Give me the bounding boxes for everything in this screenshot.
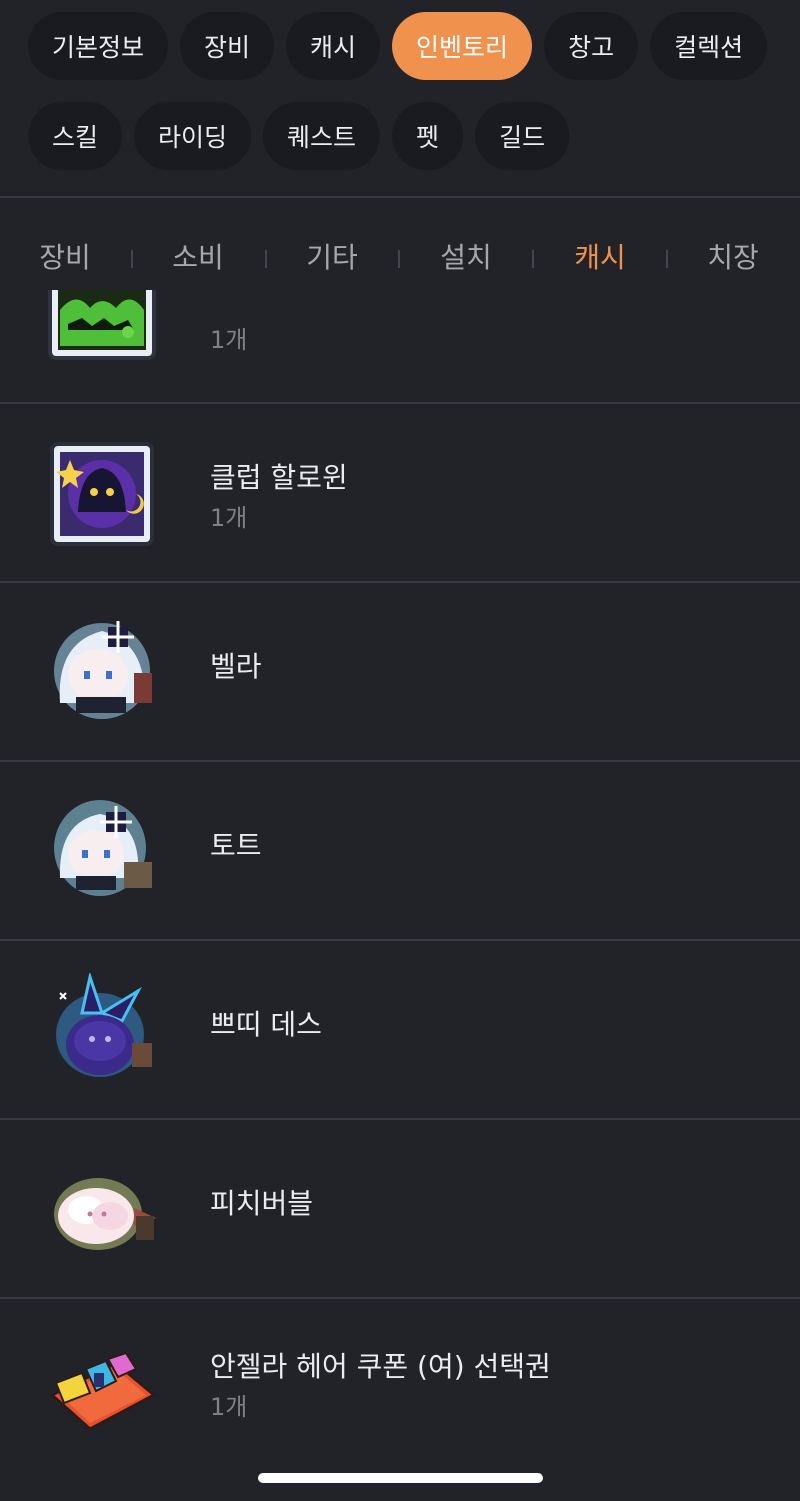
subtab-cash[interactable]: 캐시 <box>574 236 626 276</box>
item-count: 1개 <box>210 1393 248 1421</box>
nav-skill[interactable]: 스킬 <box>28 102 123 170</box>
item-name: 클럽 할로윈 <box>210 461 348 494</box>
nav-equipment[interactable]: 장비 <box>180 12 275 80</box>
halloween-ghost-box-icon <box>46 438 158 550</box>
nav-cash[interactable]: 캐시 <box>286 12 381 80</box>
nav-storage[interactable]: 창고 <box>544 12 639 80</box>
item-count: 1개 <box>210 326 248 354</box>
bella-pet-icon <box>46 613 158 725</box>
inventory-page: 기본정보 장비 캐시 인벤토리 창고 컬렉션 스킬 라이딩 퀘스트 펫 길드 장… <box>0 0 800 1501</box>
subtab-separator <box>666 250 668 268</box>
main-nav-row-2: 스킬 라이딩 퀘스트 펫 길드 <box>28 102 570 170</box>
subtab-etc[interactable]: 기타 <box>306 236 358 276</box>
hair-coupon-icon <box>46 1333 158 1445</box>
subtab-equipment[interactable]: 장비 <box>39 236 91 276</box>
subtab-separator <box>398 250 400 268</box>
list-item[interactable]: 안젤라 헤어 쿠폰 (여) 선택권 1개 <box>0 1299 800 1479</box>
peach-bubble-pet-icon <box>46 1154 158 1266</box>
main-nav: 기본정보 장비 캐시 인벤토리 창고 컬렉션 스킬 라이딩 퀘스트 펫 길드 <box>0 0 800 198</box>
list-item[interactable]: 피치버블 <box>0 1120 800 1297</box>
subtab-separator <box>131 250 133 268</box>
nav-riding[interactable]: 라이딩 <box>134 102 252 170</box>
subtab-consume[interactable]: 소비 <box>172 236 224 276</box>
green-bat-cube-icon <box>46 290 158 362</box>
list-item[interactable]: 클럽 할로윈 1개 <box>0 404 800 581</box>
subtab-separator <box>265 250 267 268</box>
list-item[interactable]: 쁘띠 데스 <box>0 941 800 1118</box>
subtab-separator <box>532 250 534 268</box>
item-name: 피치버블 <box>210 1187 314 1220</box>
main-nav-row-1: 기본정보 장비 캐시 인벤토리 창고 컬렉션 <box>28 12 768 80</box>
nav-inventory[interactable]: 인벤토리 <box>392 12 533 80</box>
item-name: 쁘띠 데스 <box>210 1008 322 1041</box>
item-name: 안젤라 헤어 쿠폰 (여) 선택권 <box>210 1350 551 1383</box>
home-indicator[interactable] <box>258 1473 543 1483</box>
list-item[interactable]: 1개 <box>0 290 800 402</box>
item-name: 벨라 <box>210 650 262 683</box>
list-item[interactable]: 벨라 <box>0 583 800 760</box>
nav-basic-info[interactable]: 기본정보 <box>28 12 169 80</box>
nav-collection[interactable]: 컬렉션 <box>650 12 768 80</box>
nav-quest[interactable]: 퀘스트 <box>263 102 381 170</box>
nav-guild[interactable]: 길드 <box>475 102 570 170</box>
list-item[interactable]: 토트 <box>0 762 800 939</box>
inventory-sub-tabs: 장비 소비 기타 설치 캐시 치장 <box>0 198 800 298</box>
item-name: 토트 <box>210 829 262 862</box>
tote-pet-icon <box>46 792 158 904</box>
nav-pet[interactable]: 펫 <box>392 102 464 170</box>
subtab-decor[interactable]: 치장 <box>707 236 759 276</box>
item-count: 1개 <box>210 504 248 532</box>
subtab-install[interactable]: 설치 <box>440 236 492 276</box>
petit-death-pet-icon <box>46 973 158 1085</box>
item-list: 1개 클럽 할로윈 1개 벨라 토트 쁘띠 데스 피치버블 안젤라 헤어 쿠폰 … <box>0 290 800 1501</box>
